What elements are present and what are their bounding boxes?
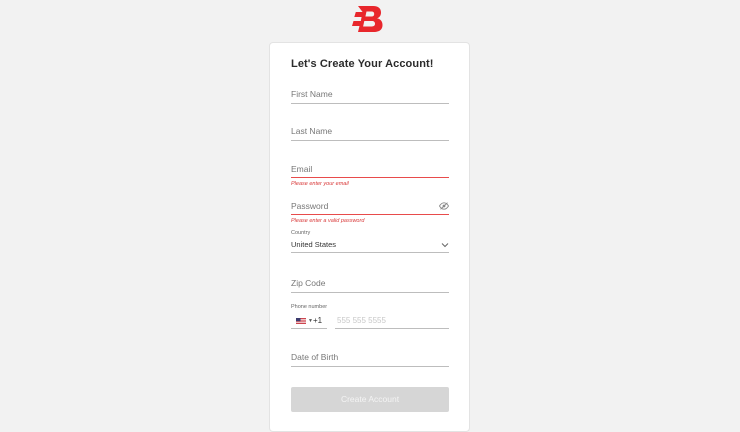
first-name-underline bbox=[291, 103, 449, 104]
country-code: +1 bbox=[313, 316, 323, 325]
last-name-underline bbox=[291, 140, 449, 141]
phone-label: Phone number bbox=[291, 304, 328, 310]
country-code-selector[interactable]: ▼ +1 bbox=[291, 314, 327, 329]
first-name-field[interactable]: First Name bbox=[291, 88, 449, 104]
email-error: Please enter your email bbox=[291, 181, 349, 187]
date-of-birth-field[interactable]: Date of Birth bbox=[291, 351, 449, 367]
email-field[interactable]: Email Please enter your email bbox=[291, 163, 449, 189]
date-of-birth-placeholder: Date of Birth bbox=[291, 352, 339, 362]
chevron-down-icon bbox=[441, 243, 449, 248]
phone-placeholder: 555 555 5555 bbox=[337, 316, 386, 325]
signup-card: Let's Create Your Account! First Name La… bbox=[269, 42, 470, 432]
last-name-field[interactable]: Last Name bbox=[291, 125, 449, 141]
country-select[interactable]: Country United States bbox=[291, 230, 449, 254]
zip-code-field[interactable]: Zip Code bbox=[291, 277, 449, 293]
password-error: Please enter a valid password bbox=[291, 218, 365, 224]
password-placeholder: Password bbox=[291, 201, 329, 211]
last-name-placeholder: Last Name bbox=[291, 126, 333, 136]
phone-field: Phone number ▼ +1 555 555 5555 bbox=[291, 304, 449, 330]
form-title: Let's Create Your Account! bbox=[291, 58, 434, 70]
password-field[interactable]: Password Please enter a valid password bbox=[291, 200, 449, 226]
country-value: United States bbox=[291, 240, 337, 249]
zip-code-underline bbox=[291, 292, 449, 293]
email-underline bbox=[291, 177, 449, 178]
first-name-placeholder: First Name bbox=[291, 89, 333, 99]
phone-input[interactable]: 555 555 5555 bbox=[335, 314, 449, 329]
password-underline bbox=[291, 214, 449, 215]
b-logo-icon bbox=[352, 6, 383, 32]
eye-slash-icon[interactable] bbox=[439, 202, 449, 210]
create-account-button[interactable]: Create Account bbox=[291, 387, 449, 412]
date-of-birth-underline bbox=[291, 366, 449, 367]
country-label: Country bbox=[291, 230, 311, 236]
email-placeholder: Email bbox=[291, 164, 313, 174]
us-flag-icon bbox=[296, 318, 306, 324]
country-underline bbox=[291, 252, 449, 253]
zip-code-placeholder: Zip Code bbox=[291, 278, 326, 288]
